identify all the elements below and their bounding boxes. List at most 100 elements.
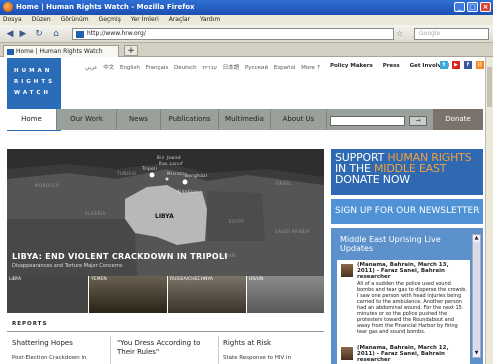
tab-bar: Home | Human Rights Watch + — [0, 43, 493, 57]
map-label-libya: LIBYA — [155, 213, 174, 220]
thumb-russia-chechnya[interactable]: RUSSIA/CHECHNYA — [168, 276, 246, 313]
feature-map-image[interactable]: MOROCCO ALGERIA TUNISIA LIBYA EGYPT Beng… — [7, 149, 324, 276]
logo-line: HUMAN — [14, 68, 53, 74]
youtube-icon[interactable]: ▶ — [451, 61, 460, 69]
search-placeholder: Google — [419, 30, 441, 37]
map-label: Benghazi — [185, 173, 208, 178]
nav-home[interactable]: Home — [7, 109, 57, 130]
map-label: ISRAEL — [275, 181, 292, 186]
scroll-down-icon[interactable]: ▼ — [473, 350, 480, 357]
thumb-yemen[interactable]: YEMEN — [89, 276, 167, 313]
reports-heading: REPORTS — [12, 321, 48, 327]
bookmark-star-icon[interactable]: ☆ — [396, 28, 410, 40]
lang-link[interactable]: 日本語 — [223, 65, 240, 71]
maximize-icon[interactable]: □ — [467, 2, 478, 12]
newsletter-signup-banner[interactable]: SIGN UP FOR OUR NEWSLETTER — [331, 199, 483, 224]
lang-link[interactable]: Deutsch — [174, 65, 197, 71]
social-icons: t ▶ f )) — [440, 61, 485, 70]
lang-link[interactable]: Русский — [245, 65, 268, 71]
map-label: Tripoli — [142, 166, 158, 171]
new-tab-button[interactable]: + — [124, 45, 138, 56]
thumb-label: YEMEN — [91, 277, 107, 282]
home-icon[interactable]: ⌂ — [50, 28, 62, 40]
site-search-button[interactable]: → — [409, 116, 427, 126]
report-title[interactable]: Shattering Hopes — [12, 339, 107, 348]
search-field[interactable]: Google — [414, 28, 489, 40]
nav-news[interactable]: News — [117, 109, 161, 130]
live-updates-feed: (Manama, Bahrain, March 13, 2011) - Fara… — [337, 260, 470, 364]
feature-subhead: Disappearances and Torture Major Concern… — [12, 263, 123, 269]
map-label: Ajdabiya — [177, 189, 199, 194]
map-label: Ras Lanuf — [159, 161, 184, 166]
donate-button[interactable]: Donate — [433, 109, 483, 130]
menu-view[interactable]: Görünüm — [61, 16, 89, 23]
update-entry: (Manama, Bahrain, March 12, 2011) - Fara… — [339, 345, 468, 364]
map-label: EGYPT — [229, 219, 245, 224]
map-label: ALGERIA — [85, 211, 106, 216]
reports-separator — [218, 336, 219, 364]
update-entry-title: (Manama, Bahrain, March 13, 2011) - Fara… — [357, 262, 449, 280]
lang-link[interactable]: 中文 — [103, 65, 114, 71]
map-label: MOROCCO — [35, 183, 60, 188]
report-subtitle: State Response to HIV in — [223, 355, 292, 361]
rss-icon[interactable]: )) — [475, 61, 484, 69]
report-title[interactable]: "You Dress According to Their Rules" — [117, 339, 216, 357]
reload-icon[interactable]: ↻ — [33, 28, 45, 40]
map-label: TUNISIA — [117, 171, 137, 176]
reports-separator — [110, 336, 111, 364]
minimize-icon[interactable]: _ — [454, 2, 465, 12]
policy-makers-link[interactable]: Policy Makers — [330, 63, 373, 69]
nav-publications[interactable]: Publications — [161, 109, 219, 130]
update-entry: (Manama, Bahrain, March 13, 2011) - Fara… — [339, 262, 468, 337]
thumb-label: US/UN — [249, 277, 264, 282]
back-icon[interactable]: ◀ — [4, 28, 16, 40]
live-updates-title[interactable]: Middle East Uprising Live Updates — [340, 235, 465, 253]
lang-link[interactable]: Español — [274, 65, 296, 71]
map-label: SAUDI ARABIA — [275, 229, 310, 234]
twitter-icon[interactable]: t — [440, 61, 448, 69]
live-updates-panel: Middle East Uprising Live Updates (Manam… — [331, 228, 483, 364]
address-url: http://www.hrw.org/ — [87, 30, 146, 37]
language-bar: عربي 中文 English Français Deutsch עברית 日… — [85, 63, 329, 71]
lang-more-link[interactable]: More ↑ — [301, 65, 321, 71]
browser-vertical-scrollbar[interactable] — [485, 57, 493, 364]
thumb-label: LIBYA — [9, 277, 22, 282]
tab-hrw-home[interactable]: Home | Human Rights Watch — [3, 45, 119, 57]
menu-edit[interactable]: Düzen — [32, 16, 51, 23]
scroll-up-icon[interactable]: ▲ — [473, 235, 480, 242]
menu-file[interactable]: Dosya — [3, 16, 22, 23]
thumb-us-un[interactable]: US/UN — [247, 276, 324, 313]
site-favicon-icon — [76, 31, 84, 38]
nav-about-us[interactable]: About Us — [271, 109, 327, 130]
top-links: Policy Makers Press Get Involved — [330, 63, 457, 69]
live-updates-scrollbar[interactable]: ▲ ▼ — [472, 234, 481, 358]
avatar — [341, 264, 353, 277]
update-entry-title: (Manama, Bahrain, March 12, 2011) - Fara… — [357, 345, 449, 363]
nav-multimedia[interactable]: Multimedia — [219, 109, 271, 130]
address-bar[interactable]: http://www.hrw.org/ — [72, 28, 394, 40]
menu-help[interactable]: Yardım — [200, 16, 220, 23]
avatar — [341, 347, 353, 360]
menu-bookmarks[interactable]: Yer İmleri — [131, 16, 159, 23]
facebook-icon[interactable]: f — [463, 61, 472, 69]
close-icon[interactable]: × — [480, 2, 491, 12]
map-label: Bin Jawad — [157, 155, 182, 160]
thumb-libya[interactable]: LIBYA — [7, 276, 88, 313]
scrollbar-thumb[interactable] — [487, 67, 492, 107]
feature-headline[interactable]: LIBYA: END VIOLENT CRACKDOWN IN TRIPOLI — [12, 252, 228, 261]
press-link[interactable]: Press — [383, 63, 400, 69]
forward-icon[interactable]: ▶ — [18, 28, 28, 40]
lang-link[interactable]: Français — [146, 65, 169, 71]
menu-history[interactable]: Geçmiş — [99, 16, 121, 23]
lang-link[interactable]: عربي — [85, 65, 97, 71]
report-title[interactable]: Rights at Risk — [223, 339, 321, 348]
nav-our-work[interactable]: Our Work — [57, 109, 117, 130]
window-title: Home | Human Rights Watch - Mozilla Fire… — [16, 3, 195, 11]
site-search-input[interactable] — [330, 116, 405, 126]
support-promo-banner[interactable]: SUPPORT HUMAN RIGHTS IN THE MIDDLE EAST … — [331, 149, 483, 195]
lang-link[interactable]: עברית — [202, 65, 217, 71]
lang-link[interactable]: English — [120, 65, 140, 71]
promo-donate-text: DONATE NOW — [335, 173, 410, 186]
navigation-toolbar: ◀ ▶ ↻ ⌂ http://www.hrw.org/ ☆ Google — [0, 25, 493, 43]
menu-tools[interactable]: Araçlar — [169, 16, 190, 23]
